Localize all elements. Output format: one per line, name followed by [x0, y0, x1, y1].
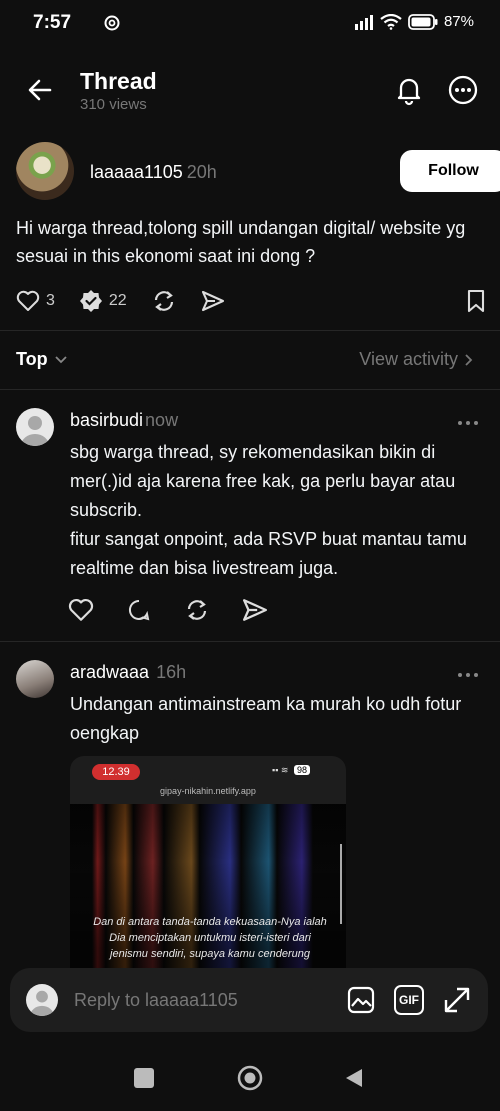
view-activity-link[interactable]: View activity — [359, 349, 474, 370]
default-avatar-icon — [26, 984, 58, 1016]
reposted-check-icon — [79, 290, 102, 312]
battery-icon — [408, 13, 438, 30]
expand-icon[interactable] — [442, 985, 472, 1015]
reply-text: sbg warga thread, sy rekomendasikan biki… — [70, 442, 467, 578]
system-nav-bar — [0, 1040, 500, 1111]
avatar[interactable] — [16, 408, 54, 446]
post-time: 20h — [186, 162, 217, 182]
avatar — [26, 984, 58, 1016]
divider — [0, 389, 500, 390]
back-button[interactable] — [344, 1067, 364, 1089]
reply-time: now — [145, 410, 179, 430]
reply-username[interactable]: aradwaaa — [70, 662, 149, 682]
comment-icon[interactable] — [126, 598, 152, 622]
repost-action[interactable]: 22 — [79, 289, 127, 313]
page-title: Thread — [80, 68, 157, 94]
default-avatar-icon — [16, 408, 54, 446]
media-status-time: 12.39 — [92, 764, 140, 780]
follow-button[interactable]: Follow — [400, 150, 500, 192]
reply-actions — [68, 598, 268, 622]
repost-count: 22 — [108, 292, 127, 309]
gif-label: GIF — [399, 993, 419, 1007]
status-indicators: 87% — [354, 13, 474, 30]
send-icon — [201, 290, 224, 312]
signal-icon — [354, 14, 373, 30]
repost-icon[interactable] — [184, 598, 210, 622]
status-time: 7:57 — [33, 12, 72, 33]
status-bar: 7:57 87% — [0, 0, 500, 48]
heart-icon[interactable] — [68, 598, 94, 622]
divider — [0, 641, 500, 642]
reply-time: 16h — [156, 662, 187, 682]
avatar[interactable] — [16, 660, 54, 698]
media-status-indicators: ▪▪ ≋ 98 — [272, 765, 310, 776]
wifi-icon — [380, 13, 402, 30]
like-count: 3 — [46, 292, 55, 309]
sort-dropdown[interactable]: Top — [16, 349, 68, 370]
chevron-right-icon — [465, 353, 473, 366]
reply-media-image[interactable]: 12.39 ▪▪ ≋ 98 gipay-nikahin.netlify.app … — [70, 756, 346, 996]
post-author[interactable]: laaaaa1105 20h — [90, 162, 217, 183]
like-action[interactable]: 3 — [16, 290, 55, 312]
more-icon[interactable] — [447, 74, 479, 106]
chevron-down-icon — [55, 355, 67, 363]
reply-text: Undangan antimainstream ka murah ko udh … — [70, 694, 462, 743]
reply-author[interactable]: basirbudi now — [70, 410, 178, 431]
view-activity-label: View activity — [359, 349, 458, 369]
reply-author[interactable]: aradwaaa 16h — [70, 662, 186, 683]
post-username[interactable]: laaaaa1105 — [90, 162, 183, 182]
reply-username[interactable]: basirbudi — [70, 410, 143, 430]
more-dots-icon[interactable] — [456, 670, 480, 680]
media-url: gipay-nikahin.netlify.app — [160, 786, 256, 796]
recents-button[interactable] — [134, 1068, 154, 1088]
gif-icon[interactable]: GIF — [394, 985, 424, 1015]
image-icon[interactable] — [346, 985, 376, 1015]
reply-input[interactable] — [74, 982, 334, 1018]
header: Thread 310 views — [0, 56, 500, 126]
media-browser-bar: 12.39 ▪▪ ≋ 98 gipay-nikahin.netlify.app — [70, 756, 346, 804]
threads-app-icon — [104, 15, 120, 31]
avatar[interactable] — [16, 142, 74, 200]
divider — [0, 330, 500, 331]
bell-icon[interactable] — [393, 74, 425, 106]
sort-row: Top View activity — [0, 346, 500, 376]
reply-composer: GIF — [10, 968, 488, 1032]
heart-icon — [16, 290, 40, 311]
media-battery: 98 — [293, 765, 310, 775]
more-dots-icon[interactable] — [456, 418, 480, 428]
battery-percent: 87% — [443, 13, 474, 30]
share-action[interactable] — [201, 290, 225, 312]
bookmark-icon[interactable] — [466, 289, 486, 313]
post-actions: 3 22 — [16, 286, 486, 316]
back-arrow-icon[interactable] — [26, 76, 54, 104]
home-button[interactable] — [237, 1065, 263, 1091]
media-verse-text: Dan di antara tanda-tanda kekuasaan-Nya … — [93, 916, 327, 960]
view-count: 310 views — [80, 96, 147, 113]
sort-label: Top — [16, 349, 48, 369]
quote-action[interactable] — [151, 289, 177, 313]
media-scrollbar — [340, 844, 342, 924]
post-text: Hi warga thread,tolong spill undangan di… — [16, 218, 466, 266]
send-icon[interactable] — [242, 598, 268, 622]
repost-icon — [154, 291, 173, 311]
